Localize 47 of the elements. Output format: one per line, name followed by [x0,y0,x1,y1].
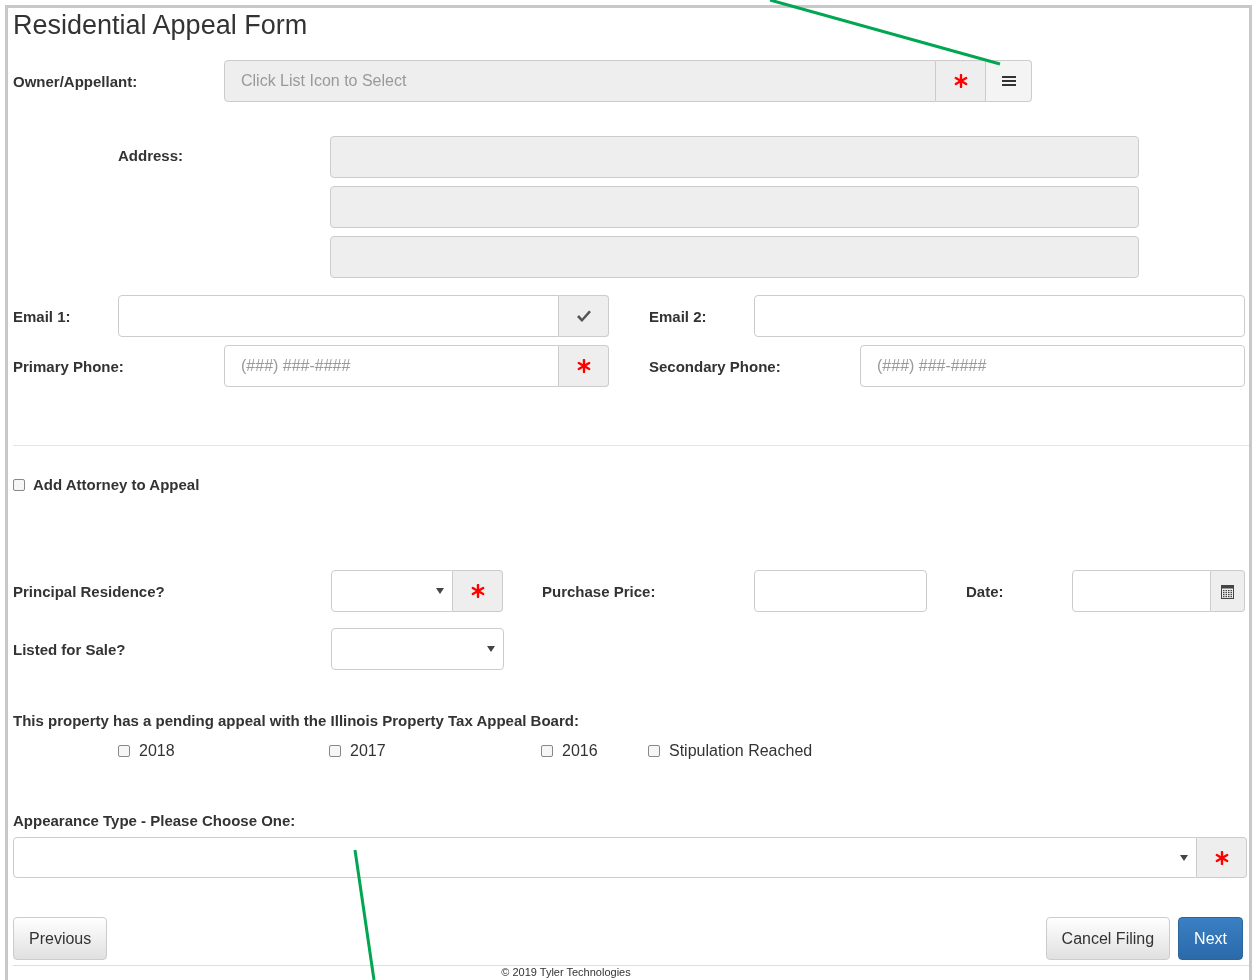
checkbox-label: Stipulation Reached [669,742,813,760]
field-label: Secondary Phone: [649,357,782,375]
input-field[interactable] [118,295,559,337]
input-field[interactable] [754,570,927,612]
field-label: Purchase Price: [542,582,657,600]
asterisk-icon [470,584,485,598]
checkbox[interactable] [118,745,130,757]
checkbox-label: 2017 [350,742,386,760]
menu-icon [1001,75,1016,87]
checkbox-label: 2018 [139,742,175,760]
field-label: Primary Phone: [13,357,125,375]
nav-button[interactable]: Previous [13,917,108,960]
input-field[interactable] [1072,570,1211,612]
caret-icon [1180,854,1188,861]
checkbox[interactable] [541,745,553,757]
checkbox[interactable] [648,745,660,757]
caret-icon [436,588,444,594]
field-label: Address: [118,147,185,164]
calendar-icon [1221,583,1234,599]
dropdown-field[interactable] [13,837,1197,878]
field-label: Email 1: [13,307,72,325]
question-text: This property has a pending appeal with the Illinois Property Tax Appeal Board: [13,712,579,729]
field-label: Owner/Appellant: [13,72,139,90]
dropdown-field[interactable] [331,628,504,670]
field-label: Principal Residence? [13,582,166,600]
asterisk-icon [953,74,968,88]
next-button[interactable]: Next [1178,917,1243,960]
field-label: Appearance Type - Please Choose One: [13,812,296,829]
caret-icon [487,646,495,652]
field-label: Listed for Sale? [13,640,127,658]
field-label: Date: [966,582,1005,600]
asterisk-icon [1214,850,1229,865]
field-label: Email 2: [649,307,708,325]
check-icon [575,309,592,323]
input-field[interactable] [754,295,1245,337]
checkbox-label: Add Attorney to Appeal [33,476,200,493]
checkbox-label: 2016 [562,742,598,760]
input-field[interactable]: (###) ###-#### [224,345,559,387]
checkbox[interactable] [329,745,341,757]
form-title: Residential Appeal Form [13,9,308,41]
dropdown-field[interactable] [331,570,453,612]
calendar-button[interactable] [1211,570,1245,612]
nav-button[interactable]: Cancel Filing [1045,917,1171,960]
asterisk-icon [576,359,591,373]
input-field[interactable]: (###) ###-#### [860,345,1245,387]
footer-text: © 2019 Tyler Technologies [501,966,631,978]
checkbox[interactable] [13,478,25,491]
